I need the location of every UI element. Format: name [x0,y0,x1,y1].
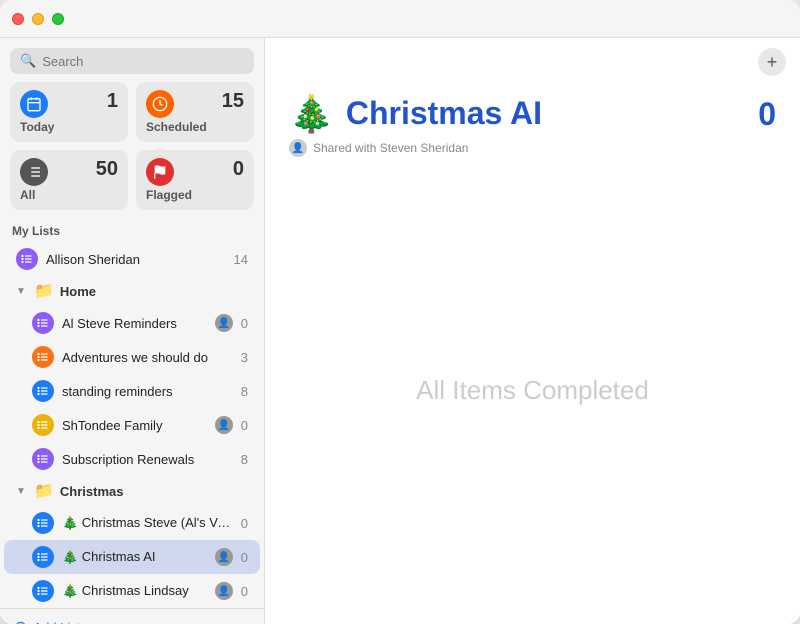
smart-lists: 1 Today 15 Scheduled [0,82,264,220]
home-folder-icon: 📁 [34,281,54,301]
list-item-christmas-steve[interactable]: 🎄 Christmas Steve (Al's Ver... 0 [4,506,260,540]
al-steve-icon [32,312,54,334]
list-item-shtondee[interactable]: ShTondee Family 👤 0 [4,408,260,442]
close-button[interactable] [12,13,24,25]
subscription-icon [32,448,54,470]
al-steve-count: 0 [241,316,248,331]
shared-label: Shared with Steven Sheridan [313,141,468,155]
christmas-lindsay-icon [32,580,54,602]
smart-list-scheduled[interactable]: 15 Scheduled [136,82,254,142]
scheduled-icon [146,90,174,118]
standing-icon [32,380,54,402]
list-title-area: 🎄 Christmas AI 0 [265,86,800,133]
add-list-plus-icon: ⊕ [14,617,27,624]
shared-avatar: 👤 [289,139,307,157]
add-item-button[interactable]: + [758,48,786,76]
christmas-folder-name: Christmas [60,484,124,499]
minimize-button[interactable] [32,13,44,25]
flagged-count: 0 [233,158,244,181]
completed-text: All Items Completed [416,375,649,406]
folder-home[interactable]: ▼ 📁 Home [4,276,260,306]
al-steve-name: Al Steve Reminders [62,316,207,331]
smart-list-today[interactable]: 1 Today [10,82,128,142]
today-count: 1 [107,90,118,113]
my-lists-header: My Lists [0,220,264,242]
christmas-ai-count: 0 [241,550,248,565]
al-steve-shared-icon: 👤 [215,314,233,332]
list-total-count: 0 [758,96,776,133]
christmas-lindsay-shared-icon: 👤 [215,582,233,600]
christmas-steve-count: 0 [241,516,248,531]
christmas-steve-icon [32,512,54,534]
list-item-adventures[interactable]: Adventures we should do 3 [4,340,260,374]
list-emoji: 🎄 [289,96,334,132]
christmas-folder-icon: 📁 [34,481,54,501]
all-icon [20,158,48,186]
adventures-icon [32,346,54,368]
search-bar: 🔍 [0,38,264,82]
main-header: + [265,38,800,86]
shtondee-count: 0 [241,418,248,433]
list-title: Christmas AI [346,96,542,131]
today-icon [20,90,48,118]
standing-name: standing reminders [62,384,233,399]
scheduled-count: 15 [222,90,244,113]
smart-list-flagged[interactable]: 0 Flagged [136,150,254,210]
traffic-lights [12,13,64,25]
allison-count: 14 [234,252,248,267]
list-title-left: 🎄 Christmas AI [289,96,542,132]
add-list-label: Add List [33,620,80,624]
today-label: Today [20,120,118,134]
list-item-subscription[interactable]: Subscription Renewals 8 [4,442,260,476]
search-input[interactable] [42,54,244,69]
list-item-allison[interactable]: Allison Sheridan 14 [4,242,260,276]
home-chevron-icon: ▼ [16,286,28,297]
all-label: All [20,188,118,202]
adventures-count: 3 [241,350,248,365]
add-list-button[interactable]: ⊕ Add List [0,608,264,624]
scheduled-label: Scheduled [146,120,244,134]
title-bar [0,0,800,38]
list-item-al-steve[interactable]: Al Steve Reminders 👤 0 [4,306,260,340]
list-item-standing[interactable]: standing reminders 8 [4,374,260,408]
christmas-ai-shared-icon: 👤 [215,548,233,566]
app-window: 🔍 1 Today [0,0,800,624]
list-item-christmas-ai[interactable]: 🎄 Christmas AI 👤 0 [4,540,260,574]
home-folder-name: Home [60,284,96,299]
adventures-name: Adventures we should do [62,350,233,365]
christmas-lindsay-name: 🎄 Christmas Lindsay [62,583,207,599]
search-wrapper[interactable]: 🔍 [10,48,254,74]
all-count: 50 [96,158,118,181]
shtondee-name: ShTondee Family [62,418,207,433]
shtondee-shared-icon: 👤 [215,416,233,434]
christmas-ai-icon [32,546,54,568]
folder-christmas[interactable]: ▼ 📁 Christmas [4,476,260,506]
christmas-lindsay-count: 0 [241,584,248,599]
christmas-ai-name: 🎄 Christmas AI [62,549,207,565]
maximize-button[interactable] [52,13,64,25]
subscription-count: 8 [241,452,248,467]
list-item-christmas-lindsay[interactable]: 🎄 Christmas Lindsay 👤 0 [4,574,260,608]
sidebar: 🔍 1 Today [0,38,265,624]
flagged-label: Flagged [146,188,244,202]
subscription-name: Subscription Renewals [62,452,233,467]
main-content: + 🎄 Christmas AI 0 👤 Shared with Steven … [265,38,800,624]
christmas-steve-name: 🎄 Christmas Steve (Al's Ver... [62,515,233,531]
christmas-chevron-icon: ▼ [16,486,28,497]
content-area: 🔍 1 Today [0,38,800,624]
smart-list-all[interactable]: 50 All [10,150,128,210]
completed-message: All Items Completed [265,157,800,624]
shtondee-icon [32,414,54,436]
allison-name: Allison Sheridan [46,252,226,267]
allison-icon [16,248,38,270]
standing-count: 8 [241,384,248,399]
search-icon: 🔍 [20,53,36,69]
list-shared-by: 👤 Shared with Steven Sheridan [265,133,800,157]
flagged-icon [146,158,174,186]
